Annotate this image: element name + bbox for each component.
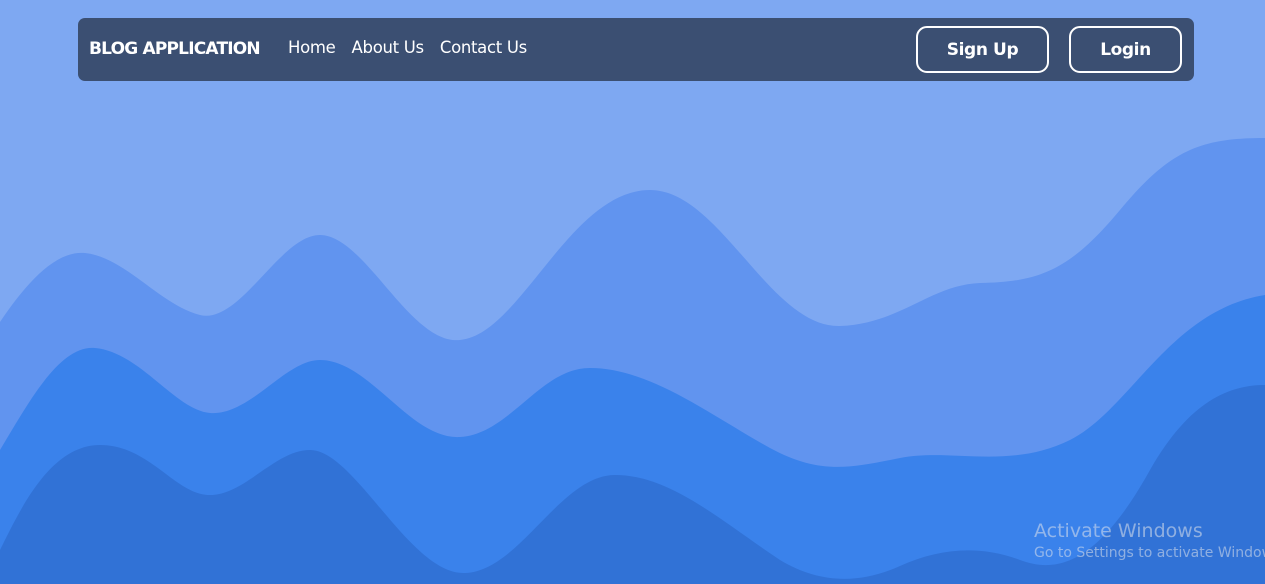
activate-windows-watermark: Activate Windows Go to Settings to activ… [1034, 520, 1265, 562]
watermark-title: Activate Windows [1034, 520, 1203, 542]
watermark-subtitle: Go to Settings to activate Windows. [1034, 545, 1265, 561]
nav-link-home[interactable]: Home [288, 38, 336, 57]
nav-link-contact-us[interactable]: Contact Us [440, 38, 527, 57]
nav-link-about-us[interactable]: About Us [352, 38, 425, 57]
background-waves [0, 138, 1265, 584]
navbar: BLOG APPLICATION Home About Us Contact U… [78, 18, 1194, 81]
brand-logo[interactable]: BLOG APPLICATION [89, 39, 261, 59]
nav-links: Home About Us Contact Us [288, 38, 527, 57]
sign-up-button[interactable]: Sign Up [916, 26, 1049, 73]
login-button[interactable]: Login [1069, 26, 1182, 73]
